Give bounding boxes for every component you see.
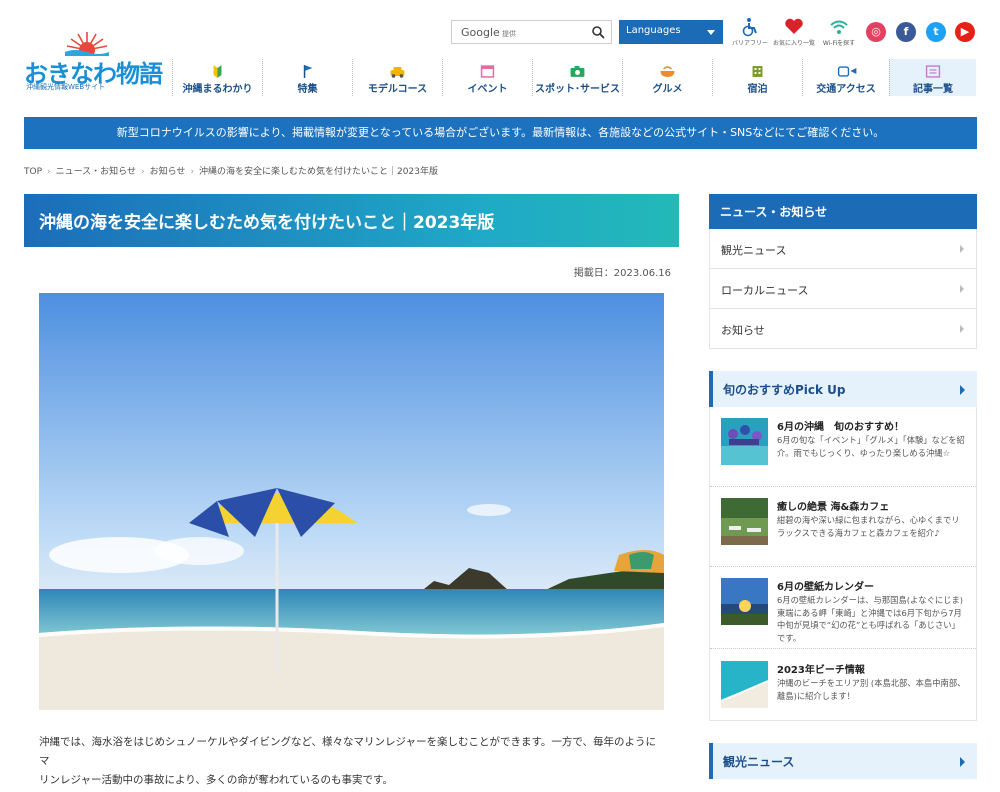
thumbnail-image xyxy=(721,498,768,545)
covid-notice-banner: 新型コロナウイルスの影響により、掲載情報が変更となっている場合がございます。最新… xyxy=(24,117,977,149)
sunrise-logo-icon xyxy=(65,32,109,56)
nav-item-events[interactable]: イベント xyxy=(442,59,532,96)
camera-icon xyxy=(570,66,585,77)
chevron-right-icon: › xyxy=(190,167,195,177)
list-item[interactable]: 2023年ビーチ情報 沖縄のビーチをエリア別 (本島北部、本島中南部、離島)に紹… xyxy=(710,649,976,721)
post-date: 掲載日：2023.06.16 xyxy=(573,268,671,279)
wheelchair-icon xyxy=(742,18,757,37)
breadcrumb-notices[interactable]: お知らせ xyxy=(150,167,186,177)
food-icon xyxy=(660,66,675,77)
google-brand: Google xyxy=(461,26,500,39)
site-logo[interactable]: おきなわ物語 沖縄観光情報WEBサイト xyxy=(24,28,163,94)
favorites-link[interactable]: お気に入り一覧 xyxy=(772,17,816,47)
chevron-down-icon xyxy=(707,30,715,35)
flag-icon xyxy=(303,65,313,78)
chevron-right-icon: › xyxy=(47,167,51,177)
twitter-icon[interactable]: t xyxy=(926,22,946,42)
youtube-icon[interactable]: ▶ xyxy=(955,22,975,42)
list-item[interactable]: 6月の壁紙カレンダー 6月の壁紙カレンダーは、与那国島(よなぐにじま)東端にある… xyxy=(710,567,976,649)
site-search-input[interactable]: Google 提供 xyxy=(451,20,612,44)
breadcrumb-top[interactable]: TOP xyxy=(24,167,42,177)
languages-dropdown[interactable]: Languages xyxy=(619,20,723,44)
article-body: 沖縄では、海水浴をはじめシュノーケルやダイビングなど、様々なマリンレジャーを楽し… xyxy=(39,733,664,790)
pickup-title: 6月の壁紙カレンダー xyxy=(777,582,874,593)
wifi-icon xyxy=(830,20,848,34)
transport-icon xyxy=(837,66,857,77)
thumbnail-image xyxy=(721,578,768,625)
article-body-line-2: リンレジャー活動中の事故により、多くの命が奪われているのも事実です。 xyxy=(39,774,393,786)
barrier-free-link[interactable]: バリアフリー xyxy=(728,17,772,47)
page-title: 沖縄の海を安全に楽しむため気を付けたいこと｜2023年版 xyxy=(39,213,495,233)
sidebar-pickup-list: 6月の沖縄 旬のおすすめ！ 6月の旬な「イベント」「グルメ」「体験」などを紹介。… xyxy=(709,407,977,721)
sidebar-news-heading: ニュース・お知らせ xyxy=(709,194,977,229)
article-icon xyxy=(925,65,941,78)
sidebar-tourism-news-heading-label: 観光ニュース xyxy=(723,755,795,769)
nav-item-access[interactable]: 交通アクセス xyxy=(802,59,889,96)
nav-item-gourmet[interactable]: グルメ xyxy=(622,59,712,96)
article-title-bar: 沖縄の海を安全に楽しむため気を付けたいこと｜2023年版 xyxy=(24,194,679,247)
pickup-title: 癒しの絶景 海&森カフェ xyxy=(777,502,890,513)
list-item[interactable]: 癒しの絶景 海&森カフェ 紺碧の海や深い緑に包まれながら、心ゆくまでリラックスで… xyxy=(710,487,976,567)
heart-icon xyxy=(785,18,803,34)
sidebar-item-notices[interactable]: お知らせ xyxy=(709,309,977,349)
chevron-right-icon: › xyxy=(141,167,145,177)
nav-item-okinawa-guide[interactable]: 沖縄まるわかり xyxy=(172,59,262,96)
list-item[interactable]: 6月の沖縄 旬のおすすめ！ 6月の旬な「イベント」「グルメ」「体験」などを紹介。… xyxy=(710,407,976,487)
sidebar-item-local-news[interactable]: ローカルニュース xyxy=(709,269,977,309)
nav-item-features[interactable]: 特集 xyxy=(262,59,352,96)
article-body-line-1: 沖縄では、海水浴をはじめシュノーケルやダイビングなど、様々なマリンレジャーを楽し… xyxy=(39,736,656,767)
nav-item-articles[interactable]: 記事一覧 xyxy=(889,59,976,96)
pickup-description: 沖縄のビーチをエリア別 (本島北部、本島中南部、離島)に紹介します！ xyxy=(777,678,966,701)
sunrise-photo xyxy=(721,578,768,625)
hero-image xyxy=(39,293,664,710)
instagram-icon[interactable]: ◎ xyxy=(866,22,886,42)
cafe-photo xyxy=(721,498,768,545)
sidebar-item-tourism-news[interactable]: 観光ニュース xyxy=(709,229,977,269)
sidebar-pickup-heading[interactable]: 旬のおすすめPick Up xyxy=(709,371,977,407)
facebook-icon[interactable]: f xyxy=(896,22,916,42)
thumbnail-image xyxy=(721,418,768,465)
nav-item-hotels[interactable]: 宿泊 xyxy=(712,59,802,96)
wifi-link[interactable]: Wi-Fiを探す xyxy=(817,17,861,47)
barrier-free-label: バリアフリー xyxy=(731,40,768,47)
pickup-description: 6月の旬な「イベント」「グルメ」「体験」などを紹介。雨でもじっくり、ゆったり楽し… xyxy=(777,435,965,458)
beach-photo xyxy=(39,293,664,710)
pickup-description: 紺碧の海や深い緑に包まれながら、心ゆくまでリラックスできる海カフェと森カフェを紹… xyxy=(777,515,960,538)
google-note: 提供 xyxy=(502,30,516,38)
breadcrumb-current: 沖縄の海を安全に楽しむため気を付けたいこと｜2023年版 xyxy=(199,167,438,177)
nav-item-spots[interactable]: スポット･サービス xyxy=(532,59,622,96)
global-nav: 沖縄まるわかり 特集 モデルコース イベント スポット･サービス グルメ 宿泊 … xyxy=(172,59,976,96)
nav-item-model-course[interactable]: モデルコース xyxy=(352,59,442,96)
calendar-icon xyxy=(480,65,495,78)
logo-subtitle: 沖縄観光情報WEBサイト xyxy=(26,83,106,91)
beach-thumb-photo xyxy=(721,661,768,708)
breadcrumb: TOP › ニュース・お知らせ › お知らせ › 沖縄の海を安全に楽しむため気を付けたいこと… xyxy=(24,164,438,177)
pickup-description: 6月の壁紙カレンダーは、与那国島(よなぐにじま)東端にある岬「東崎」と沖縄では6… xyxy=(777,595,963,643)
wifi-label: Wi-Fiを探す xyxy=(822,40,856,47)
pickup-title: 2023年ビーチ情報 xyxy=(777,665,865,676)
sidebar-tourism-news-heading[interactable]: 観光ニュース xyxy=(709,743,977,779)
favorites-label: お気に入り一覧 xyxy=(772,40,815,47)
hotel-icon xyxy=(752,66,763,77)
divers-photo xyxy=(721,418,768,465)
pickup-title: 6月の沖縄 旬のおすすめ！ xyxy=(777,422,904,433)
breadcrumb-news[interactable]: ニュース・お知らせ xyxy=(56,167,136,177)
search-icon[interactable] xyxy=(591,25,605,39)
beginner-leaf-icon xyxy=(213,65,222,78)
car-icon xyxy=(390,67,405,78)
thumbnail-image xyxy=(721,661,768,708)
languages-label: Languages xyxy=(626,25,681,36)
sidebar-pickup-heading-label: 旬のおすすめPick Up xyxy=(723,383,846,397)
sidebar-news: ニュース・お知らせ 観光ニュース ローカルニュース お知らせ xyxy=(709,194,977,349)
